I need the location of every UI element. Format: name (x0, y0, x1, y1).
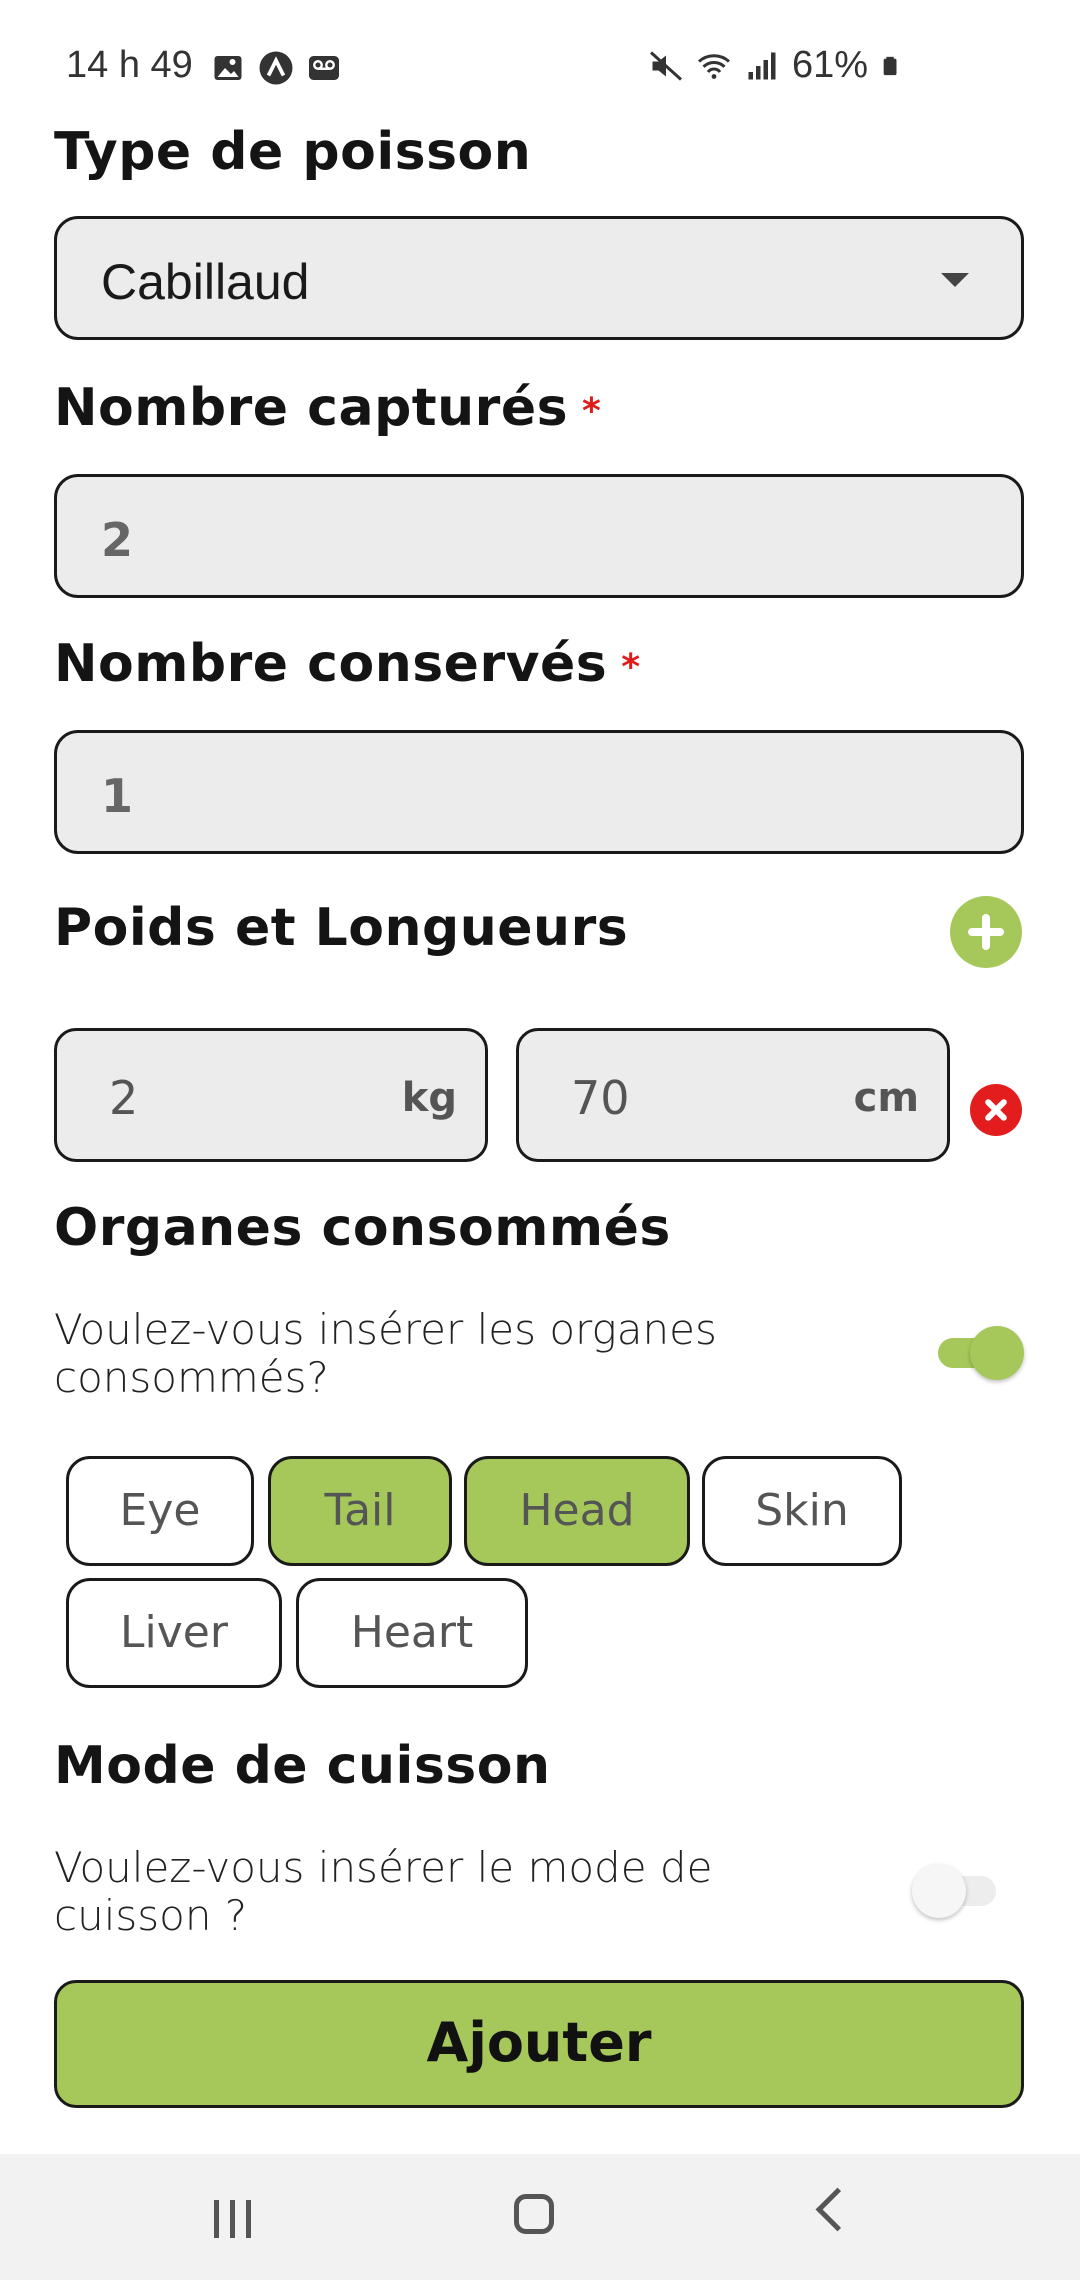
length-value: 70 (571, 1071, 630, 1125)
cooking-toggle[interactable] (912, 1864, 1002, 1918)
weight-value: 2 (109, 1071, 139, 1125)
organ-chip-head[interactable]: Head (464, 1456, 690, 1566)
screen: 14 h 49 61% Type de poisson Cabillaud No… (0, 0, 1080, 2280)
weight-input[interactable]: 2 kg (54, 1028, 488, 1162)
organs-question: Voulez-vous insérer les organes consommé… (54, 1305, 717, 1402)
required-mark: * (621, 647, 641, 688)
required-mark: * (582, 391, 602, 432)
cooking-question: Voulez-vous insérer le mode de cuisson ? (54, 1843, 713, 1940)
length-input[interactable]: 70 cm (516, 1028, 950, 1162)
add-measure-button[interactable] (950, 896, 1022, 968)
organ-chip-eye[interactable]: Eye (66, 1456, 254, 1566)
kept-label: Nombre conservés * (54, 634, 641, 694)
organ-chip-liver[interactable]: Liver (66, 1578, 282, 1688)
weight-unit: kg (401, 1075, 457, 1121)
chevron-down-icon (941, 273, 969, 287)
kept-count-input[interactable]: 1 (54, 730, 1024, 854)
length-unit: cm (853, 1075, 919, 1121)
toggle-knob (912, 1864, 966, 1918)
organ-chip-skin[interactable]: Skin (702, 1456, 902, 1566)
wifi-icon (697, 53, 730, 79)
organ-chip-heart[interactable]: Heart (296, 1578, 528, 1688)
back-icon[interactable] (815, 2187, 860, 2232)
organ-chip-tail[interactable]: Tail (268, 1456, 452, 1566)
image-icon (214, 56, 242, 80)
toggle-knob (970, 1326, 1024, 1380)
app-notification-icon (259, 51, 293, 85)
cooking-label: Mode de cuisson (54, 1736, 551, 1796)
status-right: 61% (648, 44, 902, 87)
status-left-icons (210, 48, 342, 88)
fish-type-label: Type de poisson (54, 122, 532, 182)
status-bar: 14 h 49 61% (0, 40, 1080, 96)
battery-icon (883, 56, 897, 75)
signal-icon (748, 52, 776, 79)
remove-measure-button[interactable] (970, 1084, 1022, 1136)
caught-count-value: 2 (101, 513, 134, 567)
battery-percent: 61% (791, 44, 868, 86)
fish-type-select[interactable]: Cabillaud (54, 216, 1024, 340)
kept-count-value: 1 (101, 769, 134, 823)
organs-toggle[interactable] (934, 1326, 1024, 1380)
caught-label: Nombre capturés * (54, 378, 602, 438)
home-icon[interactable] (514, 2194, 554, 2234)
voicemail-icon (309, 56, 339, 80)
recent-apps-icon[interactable] (214, 2200, 254, 2238)
system-navigation-bar (0, 2154, 1080, 2280)
fish-type-value: Cabillaud (101, 254, 310, 310)
mute-icon (649, 50, 682, 81)
organs-label: Organes consommés (54, 1198, 671, 1258)
weights-lengths-label: Poids et Longueurs (54, 898, 629, 958)
caught-count-input[interactable]: 2 (54, 474, 1024, 598)
status-time: 14 h 49 (66, 44, 193, 86)
add-button[interactable]: Ajouter (54, 1980, 1024, 2108)
